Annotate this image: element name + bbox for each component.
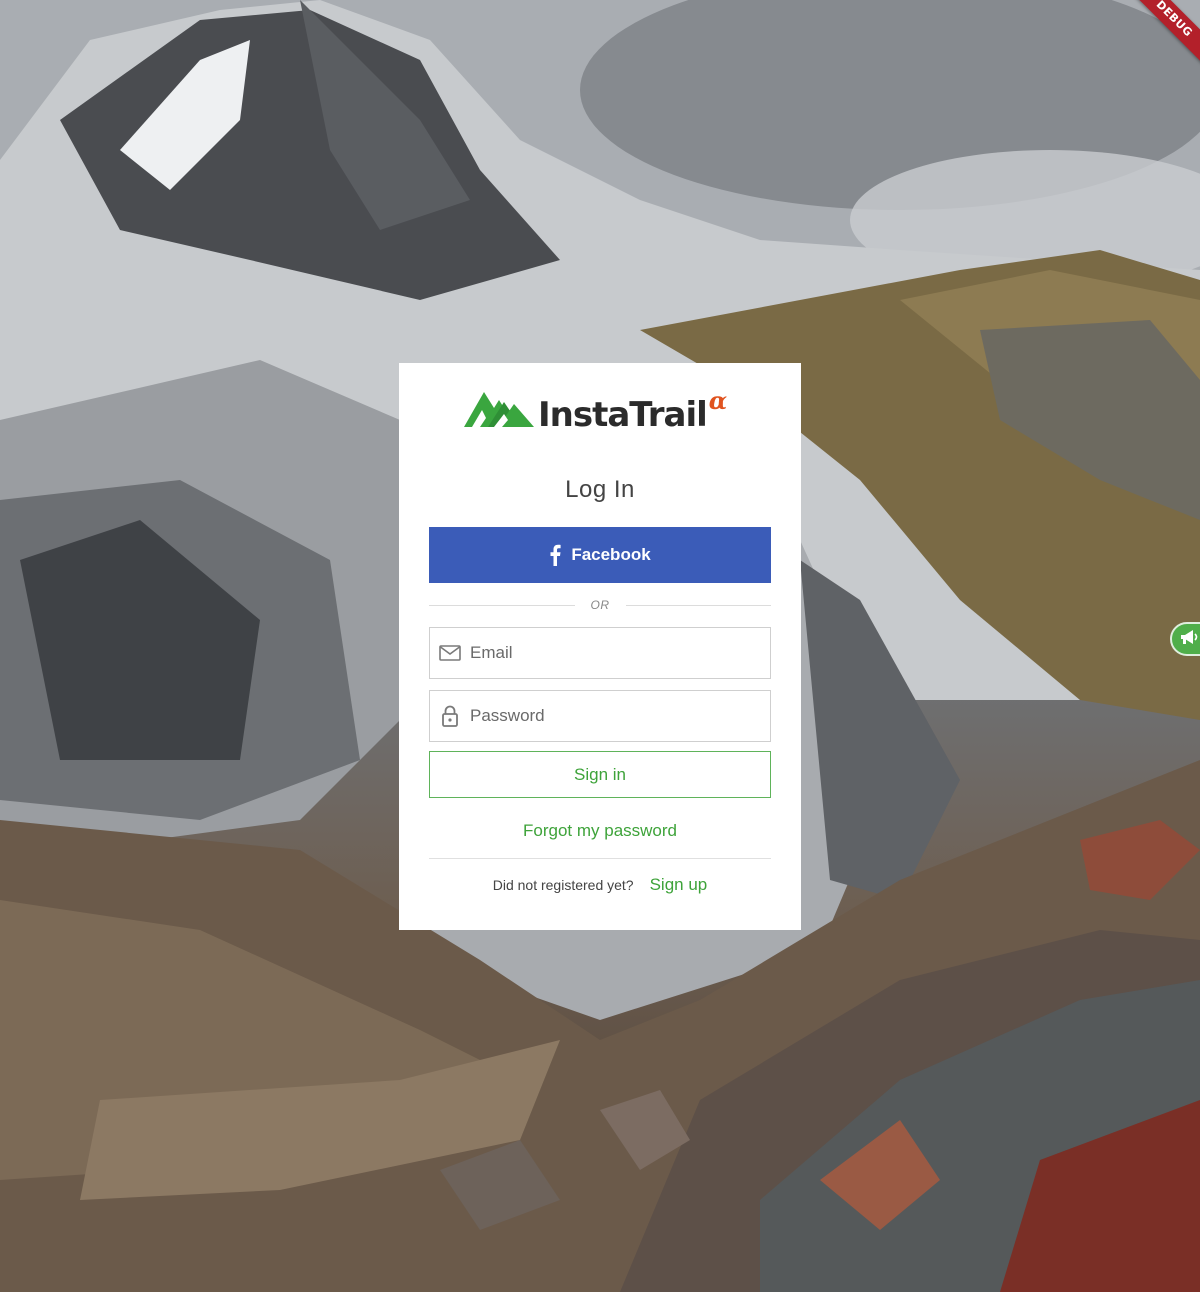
mountain-logo-icon bbox=[464, 390, 534, 433]
sign-in-button[interactable]: Sign in bbox=[429, 751, 771, 798]
email-field-wrapper bbox=[429, 627, 771, 679]
password-field-wrapper bbox=[429, 690, 771, 742]
or-label: OR bbox=[590, 598, 610, 612]
footer-divider bbox=[429, 858, 771, 859]
email-input[interactable] bbox=[470, 628, 770, 678]
facebook-login-button[interactable]: Facebook bbox=[429, 527, 771, 583]
password-input[interactable] bbox=[470, 691, 770, 741]
megaphone-icon bbox=[1179, 629, 1199, 650]
forgot-password-link[interactable]: Forgot my password bbox=[399, 821, 801, 841]
lock-icon bbox=[430, 705, 470, 727]
signup-prompt: Did not registered yet? bbox=[492, 877, 634, 893]
facebook-button-label: Facebook bbox=[571, 545, 651, 564]
logo-wordmark: InstaTrail bbox=[538, 395, 708, 435]
mail-icon bbox=[430, 645, 470, 661]
facebook-icon bbox=[549, 544, 561, 566]
or-separator: OR bbox=[429, 597, 771, 613]
login-card: InstaTrail α Log In Facebook OR Email Si… bbox=[399, 363, 801, 930]
app-logo: InstaTrail α bbox=[464, 386, 728, 435]
or-line-left bbox=[429, 604, 575, 606]
logo-alpha-badge: α bbox=[708, 386, 728, 415]
feedback-button[interactable] bbox=[1170, 622, 1200, 656]
sign-up-link[interactable]: Sign up bbox=[650, 875, 708, 895]
page-title: Log In bbox=[565, 476, 635, 503]
signup-row: Did not registered yet? Sign up bbox=[399, 875, 801, 895]
or-line-right bbox=[625, 604, 771, 606]
